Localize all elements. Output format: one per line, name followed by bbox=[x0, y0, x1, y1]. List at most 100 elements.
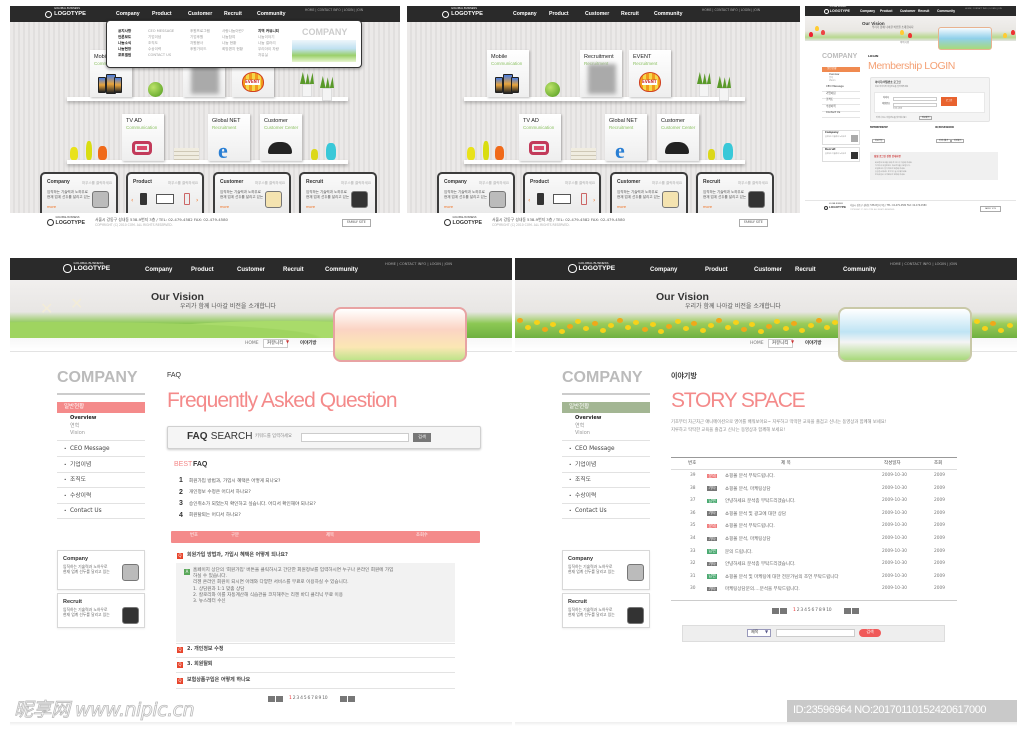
nav-recruit[interactable]: Recruit bbox=[795, 267, 816, 274]
logo[interactable]: LOGOTYPE bbox=[54, 11, 86, 18]
sidebar-item[interactable]: 조직도 bbox=[826, 98, 833, 102]
row-title-link[interactable]: 쇼핑몰 분석 및 광고에 대한 상담 bbox=[725, 512, 786, 517]
logo[interactable]: LOGOTYPE bbox=[453, 220, 483, 226]
mega-menu-item[interactable]: 나눔이야기 bbox=[258, 35, 275, 39]
family-site-select[interactable]: FAMILY SITE bbox=[980, 206, 1001, 213]
mega-menu-item[interactable]: 기업후원 bbox=[190, 35, 203, 39]
nav-recruit[interactable]: Recruit bbox=[224, 11, 242, 18]
prev-page-icon[interactable] bbox=[276, 696, 283, 702]
sidebar-item[interactable]: CEO Message bbox=[575, 446, 615, 453]
sidebar-item[interactable]: 기업이념 bbox=[826, 92, 836, 96]
next-page-icon[interactable] bbox=[844, 608, 851, 614]
mega-menu-item[interactable]: CONTACT US bbox=[148, 53, 171, 57]
sidebar-subitem[interactable]: Vision bbox=[829, 79, 836, 83]
prev-arrow-icon[interactable]: ‹ bbox=[131, 197, 133, 205]
mega-menu-item[interactable]: 나눔 현황 bbox=[222, 41, 236, 45]
nav-community[interactable]: Community bbox=[654, 11, 683, 18]
faq-search-button[interactable]: 검색 bbox=[413, 433, 431, 442]
sidebar-subitem-1[interactable]: Overview bbox=[70, 415, 96, 422]
nav-product[interactable]: Product bbox=[549, 11, 569, 18]
nav-recruit[interactable]: Recruit bbox=[621, 11, 639, 18]
more-link[interactable]: more bbox=[703, 205, 712, 209]
prev-page-icon[interactable] bbox=[780, 608, 787, 614]
nav-company[interactable]: Company bbox=[513, 11, 537, 18]
sidebar-item[interactable]: Contact Us bbox=[575, 508, 607, 515]
utility-links[interactable]: HOME | CONTACT INFO | LOGIN | JOIN bbox=[305, 8, 363, 13]
mega-menu-item[interactable]: 포토앨범 bbox=[118, 53, 131, 57]
best-faq-item[interactable]: 회원탈퇴는 어디서 하나요? bbox=[189, 513, 241, 518]
logo-icon[interactable] bbox=[63, 264, 72, 273]
logo[interactable]: LOGOTYPE bbox=[451, 11, 483, 18]
nav-community[interactable]: Community bbox=[257, 11, 286, 18]
logo[interactable]: LOGOTYPE bbox=[830, 9, 850, 13]
breadcrumb-select[interactable]: 커뮤니티 bbox=[263, 339, 288, 349]
prev-arrow-icon[interactable]: ‹ bbox=[528, 197, 530, 205]
faq-question[interactable]: 3. 회원탈퇴 bbox=[187, 661, 213, 668]
nav-customer[interactable]: Customer bbox=[188, 11, 212, 18]
sidebar-item[interactable]: 기업이념 bbox=[575, 462, 596, 469]
find-id-button[interactable]: 아이디찾기 bbox=[936, 139, 952, 144]
nav-recruit[interactable]: Recruit bbox=[283, 267, 304, 274]
sidebar-item[interactable]: Contact Us bbox=[70, 508, 102, 515]
logo-icon[interactable] bbox=[568, 264, 577, 273]
utility-links[interactable]: HOME | CONTACT INFO | LOGIN | JOIN bbox=[965, 8, 1002, 10]
more-link[interactable]: more bbox=[47, 205, 56, 209]
sidebar-subitem-2[interactable]: 연혁 bbox=[70, 423, 79, 430]
first-page-icon[interactable] bbox=[268, 696, 275, 702]
sidebar-item[interactable]: 수상이력 bbox=[575, 493, 596, 500]
id-input[interactable] bbox=[893, 96, 937, 101]
nav-recruit[interactable]: Recruit bbox=[918, 9, 929, 14]
logo[interactable]: LOGOTYPE bbox=[829, 205, 846, 210]
next-arrow-icon[interactable]: › bbox=[196, 197, 198, 205]
mega-menu-item[interactable]: 나눔 갤러리 bbox=[258, 41, 276, 45]
faq-question[interactable]: 2. 개인정보 수정 bbox=[187, 646, 223, 653]
row-title-link[interactable]: 문의 드립니다. bbox=[725, 550, 753, 555]
story-search-input[interactable] bbox=[776, 629, 855, 637]
login-button[interactable]: 로그인 bbox=[941, 97, 957, 106]
sidebar-subitem-1[interactable]: Overview bbox=[575, 415, 601, 422]
row-title-link[interactable]: 안녕하세요 분석좀 부탁드리겠습니다. bbox=[725, 499, 796, 504]
current-page[interactable]: 1 bbox=[793, 607, 796, 613]
logo[interactable]: LOGOTYPE bbox=[579, 265, 616, 273]
row-title-link[interactable]: 쇼핑몰 분석 및 마케팅에 대한 전문가님의 조언 부탁드립니다 bbox=[725, 575, 839, 580]
mega-menu-item[interactable]: 조직도 bbox=[148, 41, 158, 45]
nav-community[interactable]: Community bbox=[937, 9, 955, 14]
utility-links[interactable]: HOME | CONTACT INFO | LOGIN | JOIN bbox=[890, 262, 957, 266]
row-title-link[interactable]: 쇼핑몰 분석, 마케팅상담 bbox=[725, 487, 771, 492]
sidebar-item[interactable]: 수상이력 bbox=[70, 493, 91, 500]
sidebar-subitem-3[interactable]: Vision bbox=[575, 430, 590, 437]
logo[interactable]: LOGOTYPE bbox=[56, 220, 86, 226]
current-page[interactable]: 1 bbox=[289, 695, 292, 701]
page-numbers[interactable]: 1 2 3 4 5 6 7 8 9 10 bbox=[289, 696, 328, 701]
next-page-icon[interactable] bbox=[340, 696, 347, 702]
sidebar-item[interactable]: CEO Message bbox=[826, 85, 844, 89]
join-button[interactable]: 회원가입 bbox=[872, 139, 886, 144]
story-search-button[interactable]: 검색 bbox=[859, 629, 881, 637]
row-title-link[interactable]: 안녕하세요 분석좀 부탁드리겠습니다. bbox=[725, 562, 796, 567]
mega-menu-item[interactable]: 수상이력 bbox=[148, 47, 161, 51]
more-link[interactable]: more bbox=[444, 205, 453, 209]
row-title-link[interactable]: 쇼핑몰 분석 부탁드립니다. bbox=[725, 524, 775, 529]
nav-company[interactable]: Company bbox=[116, 11, 140, 18]
nav-customer[interactable]: Customer bbox=[900, 9, 915, 14]
row-title-link[interactable]: 쇼핑몰 분석, 마케팅상담 bbox=[725, 537, 771, 542]
sidebar-item[interactable]: Contact Us bbox=[826, 111, 840, 115]
nav-customer[interactable]: Customer bbox=[754, 267, 782, 274]
logo[interactable]: LOGOTYPE bbox=[74, 265, 111, 273]
row-title-link[interactable]: 쇼핑몰 분석 부탁드립니다. bbox=[725, 474, 775, 479]
mega-menu-item[interactable]: 기업이념 bbox=[148, 35, 161, 39]
more-link[interactable]: more bbox=[220, 205, 229, 209]
faq-question[interactable]: 회원가입 방법과, 가입시 혜택은 어떻게 되나요? bbox=[187, 552, 288, 559]
mega-menu-item[interactable]: 언론보도 bbox=[118, 35, 131, 39]
nav-product[interactable]: Product bbox=[705, 267, 728, 274]
family-site-select[interactable]: FAMILY SITE bbox=[739, 219, 768, 227]
last-page-icon[interactable] bbox=[852, 608, 859, 614]
mega-menu-item[interactable]: 우리아이 자랑 bbox=[258, 47, 279, 51]
family-site-select[interactable]: FAMILY SITE bbox=[342, 219, 371, 227]
next-arrow-icon[interactable]: › bbox=[593, 197, 595, 205]
logo-icon[interactable] bbox=[444, 219, 451, 226]
mega-menu-item[interactable]: 후원가이드 bbox=[190, 47, 207, 51]
sidebar-subitem-2[interactable]: 연혁 bbox=[575, 423, 584, 430]
mega-menu-item[interactable]: 공지사항 bbox=[118, 29, 131, 33]
mega-menu-item[interactable]: 후원프로그램 bbox=[190, 29, 210, 33]
